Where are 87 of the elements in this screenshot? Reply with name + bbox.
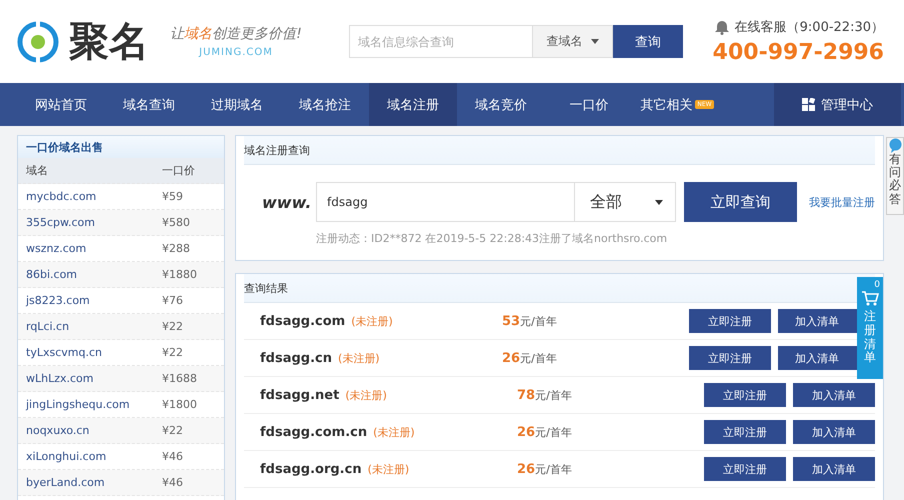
register-button[interactable]: 立即注册 xyxy=(704,457,786,481)
domain-name: fdsagg.cn xyxy=(260,350,332,366)
domain-name: fdsagg.com.cn xyxy=(260,424,368,440)
domain-link[interactable]: wsznz.com xyxy=(26,242,162,255)
nav-tab[interactable]: 网站首页 xyxy=(17,83,105,126)
bell-icon xyxy=(714,20,729,34)
logo-icon xyxy=(17,20,59,62)
add-to-list-button[interactable]: 加入清单 xyxy=(778,346,860,370)
service-hours: 在线客服（9:00-22:30） xyxy=(734,19,884,36)
column-header: 一口价 xyxy=(162,163,195,178)
register-button[interactable]: 立即注册 xyxy=(704,383,786,407)
domain-link[interactable]: wLhLzx.com xyxy=(26,372,162,385)
price-text: 26元/首年 xyxy=(502,350,558,366)
domain-link[interactable]: rqLci.cn xyxy=(26,320,162,333)
speech-bubble-icon xyxy=(888,138,902,153)
price-cell: ¥1800 xyxy=(162,398,197,411)
price-text: 26元/首年 xyxy=(517,462,573,476)
add-to-list-button[interactable]: 加入清单 xyxy=(778,309,860,333)
caret-icon xyxy=(655,200,663,204)
grid-icon xyxy=(802,98,815,111)
status-label: (未注册) xyxy=(351,314,393,328)
caret-icon xyxy=(590,39,598,44)
status-label: (未注册) xyxy=(368,462,410,476)
panel-title: 查询结果 xyxy=(244,280,288,296)
bulk-register-link[interactable]: 我要批量注册 xyxy=(809,194,875,210)
price-text: 26元/首年 xyxy=(517,424,573,440)
domain-link[interactable]: 355cpw.com xyxy=(26,216,162,229)
price-cell: ¥1880 xyxy=(162,268,197,281)
register-button[interactable]: 立即注册 xyxy=(704,420,786,444)
price-cell: ¥59 xyxy=(162,190,183,203)
search-field[interactable]: 域名信息综合查询 xyxy=(349,25,533,58)
column-header: 域名 xyxy=(26,163,49,178)
status-label: (未注册) xyxy=(338,350,380,366)
add-to-list-button[interactable]: 加入清单 xyxy=(793,420,875,444)
price-cell: ¥580 xyxy=(162,216,190,229)
scope-dropdown[interactable]: 查域名 xyxy=(533,25,613,58)
domain-link[interactable]: js8223.com xyxy=(26,294,162,307)
status-label: (未注册) xyxy=(373,424,415,440)
search-button[interactable]: 查询 xyxy=(613,25,683,58)
price-cell: ¥22 xyxy=(162,424,183,437)
panel-title: 一口价域名出售 xyxy=(26,140,103,154)
help-label: 有问必答 xyxy=(889,153,901,206)
query-button[interactable]: 立即查询 xyxy=(684,182,797,222)
admin-center-link[interactable]: 管理中心 xyxy=(774,83,901,126)
slogan: 让域名创造更多价值! xyxy=(170,25,302,43)
price-cell: ¥288 xyxy=(162,242,190,255)
nav-tab[interactable]: 过期域名 xyxy=(193,83,281,126)
price-text: 53元/首年 xyxy=(502,314,558,328)
register-button[interactable]: 立即注册 xyxy=(689,346,771,370)
nav-tab[interactable]: 域名注册 xyxy=(369,83,457,126)
price-text: 78元/首年 xyxy=(517,388,573,402)
cart-label: 注册清单 xyxy=(864,310,876,366)
phone-number: 400-997-2996 xyxy=(712,40,884,65)
panel-title: 域名注册查询 xyxy=(244,142,310,158)
help-tab[interactable]: 有问必答 xyxy=(886,137,904,215)
cart-icon xyxy=(861,290,879,306)
suffix-dropdown[interactable]: 全部 xyxy=(575,183,675,221)
add-to-list-button[interactable]: 加入清单 xyxy=(793,383,875,407)
nav-tab[interactable]: 域名抢注 xyxy=(281,83,369,126)
price-cell: ¥22 xyxy=(162,346,183,359)
cart-count: 0 xyxy=(874,281,880,290)
domain-name: fdsagg.net xyxy=(260,388,340,402)
domain-link[interactable]: 86bi.com xyxy=(26,268,162,281)
nav-tab[interactable]: 域名竞价 xyxy=(457,83,545,126)
domain-name: fdsagg.org.cn xyxy=(260,462,362,476)
register-button[interactable]: 立即注册 xyxy=(689,309,771,333)
www-label: www. xyxy=(262,192,312,212)
site-domain: JUMING.COM xyxy=(199,47,273,58)
brand-name: 聚名 xyxy=(69,17,149,67)
domain-link[interactable]: jingLingshequ.com xyxy=(26,398,162,411)
price-cell: ¥46 xyxy=(162,476,183,489)
price-cell: ¥1688 xyxy=(162,372,197,385)
nav-tab[interactable]: 域名查询 xyxy=(105,83,193,126)
domain-link[interactable]: xiLonghui.com xyxy=(26,450,162,463)
nav-tab[interactable]: 一口价 xyxy=(545,83,633,126)
domain-search-field[interactable]: fdsagg 全部 xyxy=(316,182,676,222)
add-to-list-button[interactable]: 加入清单 xyxy=(793,457,875,481)
domain-link[interactable]: tyLxscvmq.cn xyxy=(26,346,162,359)
price-cell: ¥22 xyxy=(162,320,183,333)
domain-link[interactable]: noqxuxo.cn xyxy=(26,424,162,437)
status-label: (未注册) xyxy=(345,388,387,402)
activity-note: 注册动态：ID2**872 在2019-5-5 22:28:43注册了域名northsro.com xyxy=(315,231,668,247)
price-cell: ¥76 xyxy=(162,294,183,307)
domain-name: fdsagg.com xyxy=(260,314,346,328)
price-cell: ¥46 xyxy=(162,450,183,463)
domain-link[interactable]: byerLand.com xyxy=(26,476,162,489)
domain-link[interactable]: mycbdc.com xyxy=(26,190,162,203)
